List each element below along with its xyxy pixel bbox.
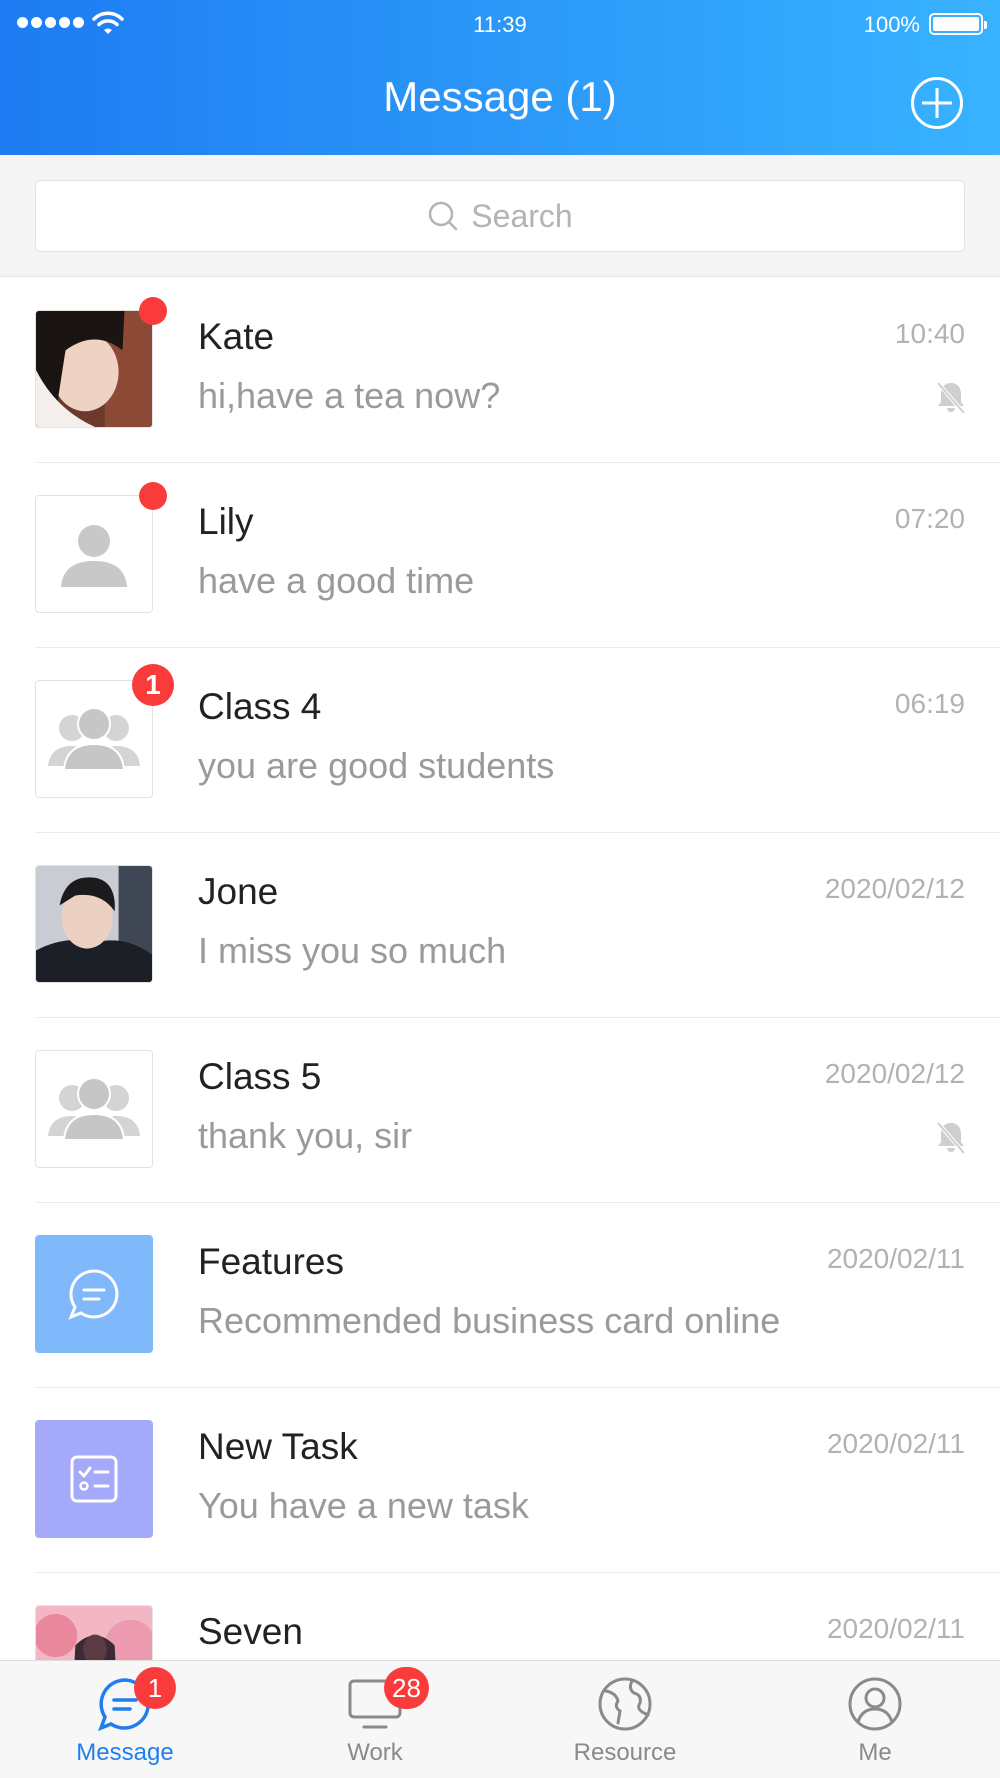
mute-bell-icon [936,381,966,415]
last-message: you are good students [198,745,555,786]
conversation-item[interactable]: Features Recommended business card onlin… [0,1203,1000,1388]
group-icon [48,707,140,771]
search-placeholder: Search [471,197,573,234]
status-bar: 11:39 100% [0,0,1000,50]
avatar [35,865,153,983]
last-message: I miss you so much [198,930,507,971]
tab-bar: Message 1 Work 28 Resource Me [0,1660,1000,1778]
avatar [35,1050,153,1168]
page-title: Message (1) [383,73,617,120]
header: 11:39 100% Message (1) [0,0,1000,155]
unread-dot [139,297,167,325]
message-time: 10:40 [894,318,965,349]
jone-photo [36,866,152,982]
message-time: 07:20 [894,503,965,534]
contact-name: New Task [198,1426,358,1467]
message-screen: 11:39 100% Message (1) Search Kate hi,ha… [0,0,1000,1778]
add-button[interactable] [910,76,964,130]
tab-badge: 28 [384,1667,429,1709]
unread-count-badge: 1 [132,664,174,706]
tab-label: Message [76,1739,174,1766]
last-message: thank you, sir [198,1115,413,1156]
contact-name: Lily [198,501,254,542]
tab-me[interactable]: Me [750,1661,1000,1778]
avatar [35,1235,153,1353]
tab-label: Resource [573,1739,677,1766]
avatar [35,297,167,428]
search-area: Search [0,155,1000,277]
conversation-item[interactable]: New Task You have a new task 2020/02/11 [0,1388,1000,1573]
message-time: 06:19 [894,688,965,719]
message-time: 2020/02/12 [824,1058,965,1089]
tab-work[interactable]: Work 28 [250,1661,500,1778]
last-message: You have a new task [198,1485,529,1526]
conversation-item[interactable]: Lily have a good time 07:20 [0,463,1000,648]
tab-message[interactable]: Message 1 [0,1661,250,1778]
last-message: Recommended business card online [198,1300,781,1341]
search-icon [429,201,458,231]
avatar: 1 [35,664,174,798]
message-time: 2020/02/11 [826,1428,965,1459]
globe-icon [598,1677,652,1731]
tab-resource[interactable]: Resource [500,1661,750,1778]
contact-name: Class 4 [198,686,322,727]
status-time: 11:39 [473,12,527,37]
task-list-icon [70,1455,118,1503]
tab-badge: 1 [134,1667,176,1709]
conversation-list: Kate hi,have a tea now? 10:40 Lily have … [0,278,1000,1758]
chat-bubble-icon [68,1269,119,1320]
contact-name: Jone [198,871,279,912]
tab-label: Me [858,1739,892,1766]
person-placeholder-icon [61,525,127,587]
message-time: 2020/02/11 [826,1613,965,1644]
user-icon [848,1677,902,1731]
group-icon [48,1077,140,1141]
conversation-item[interactable]: 1 Class 4 you are good students 06:19 [0,648,1000,833]
conversation-item[interactable]: Jone I miss you so much 2020/02/12 [0,833,1000,1018]
contact-name: Kate [198,316,275,357]
last-message: hi,have a tea now? [198,375,501,416]
unread-dot [139,482,167,510]
tab-label: Work [347,1739,403,1766]
kate-photo [36,311,152,427]
contact-name: Class 5 [198,1056,322,1097]
mute-bell-icon [936,1121,966,1155]
conversation-item[interactable]: Kate hi,have a tea now? 10:40 [0,278,1000,463]
contact-name: Features [198,1241,345,1282]
avatar [35,1420,153,1538]
battery-icon [929,13,987,35]
message-time: 2020/02/11 [826,1243,965,1274]
last-message: have a good time [198,560,475,601]
search-input[interactable]: Search [35,180,965,252]
avatar [35,482,167,613]
message-time: 2020/02/12 [824,873,965,904]
battery-percentage: 100% [863,12,920,37]
conversation-item[interactable]: Class 5 thank you, sir 2020/02/12 [0,1018,1000,1203]
contact-name: Seven [198,1611,303,1652]
